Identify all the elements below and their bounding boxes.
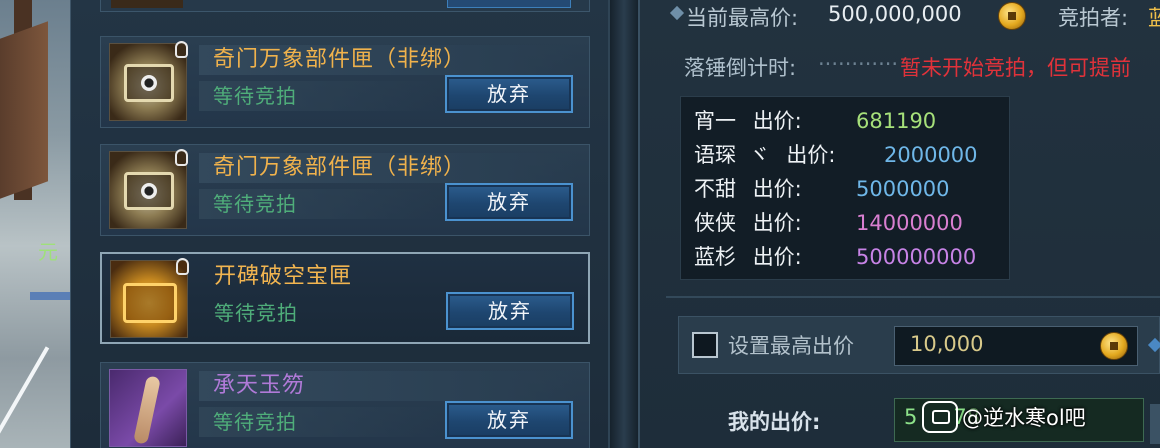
countdown-dots: ··························: [818, 52, 898, 76]
auction-item-card[interactable]: 奇门万象部件匣（非绑） 等待竞拍 放弃: [100, 144, 590, 236]
copper-coin-icon: [1100, 332, 1128, 360]
bidder-value: 蓝: [1148, 6, 1160, 30]
my-bid-value-head: 5: [904, 405, 918, 429]
partial-list-item: [100, 0, 590, 12]
item-name: 承天玉笏: [213, 373, 306, 398]
bidder-name: 侠侠: [694, 211, 736, 235]
bid-value: 500000000: [856, 245, 977, 269]
bid-label: 出价:: [786, 143, 836, 167]
item-status: 等待竞拍: [214, 301, 298, 325]
item-status: 等待竞拍: [213, 84, 297, 108]
tieba-logo-icon: [922, 401, 958, 433]
copper-coin-icon: [998, 2, 1026, 30]
watermark-text: @逆水寒ol吧: [962, 406, 1086, 430]
item-status: 等待竞拍: [213, 192, 297, 216]
bid-row: 不甜 出价:: [694, 172, 802, 206]
item-status: 等待竞拍: [213, 410, 297, 434]
auction-item-card[interactable]: 承天玉笏 等待竞拍 放弃: [100, 362, 590, 448]
current-max-label: 当前最高价:: [686, 6, 799, 30]
panel-divider: [610, 0, 638, 448]
bid-label: 出价:: [752, 245, 802, 269]
partial-abandon-button[interactable]: [447, 0, 571, 8]
max-bid-checkbox[interactable]: [692, 332, 718, 358]
scene-text-fragment: 元: [38, 240, 58, 264]
bidder-label: 竞拍者:: [1058, 6, 1129, 30]
bidder-name-glyph: ヾ: [748, 143, 770, 167]
auction-item-card-selected[interactable]: 开碑破空宝匣 等待竞拍 放弃: [100, 252, 590, 344]
item-name: 奇门万象部件匣（非绑）: [213, 155, 467, 180]
max-bid-label: 设置最高出价: [728, 334, 854, 358]
partial-side-button[interactable]: [1150, 404, 1160, 444]
bidder-name: 不甜: [694, 177, 736, 201]
bid-row: 侠侠 出价:: [694, 206, 802, 240]
bidder-name: 语琛: [694, 143, 736, 167]
abandon-button[interactable]: 放弃: [445, 401, 573, 439]
bid-value: 5000000: [856, 177, 950, 201]
lock-icon: [175, 41, 188, 58]
abandon-button[interactable]: 放弃: [446, 292, 574, 330]
game-scene-background: 元: [0, 0, 70, 448]
item-name: 开碑破空宝匣: [214, 264, 353, 289]
scene-blade-icon: [0, 346, 50, 444]
section-divider: [666, 296, 1160, 298]
bid-label: 出价:: [752, 177, 802, 201]
countdown-value: 暂未开始竞拍，但可提前: [900, 56, 1131, 80]
auction-item-card[interactable]: 奇门万象部件匣（非绑） 等待竞拍 放弃: [100, 36, 590, 128]
current-max-value: 500,000,000: [828, 2, 962, 26]
bidder-name: 蓝杉: [694, 245, 736, 269]
bid-row: 语琛 ヾ 出价:: [694, 138, 835, 172]
bid-value: 681190: [856, 109, 937, 133]
countdown-label: 落锤倒计时:: [684, 56, 797, 80]
jade-tablet-icon: [109, 369, 187, 447]
lock-icon: [176, 258, 189, 275]
bid-label: 出价:: [752, 109, 802, 133]
bid-row: 蓝杉 出价:: [694, 240, 802, 274]
my-bid-label: 我的出价:: [728, 410, 821, 434]
scene-blue-bar: [30, 292, 70, 300]
bid-value: 2000000: [884, 143, 978, 167]
abandon-button[interactable]: 放弃: [445, 183, 573, 221]
bid-row: 宵一 出价:: [694, 104, 802, 138]
bid-label: 出价:: [752, 211, 802, 235]
lock-icon: [175, 149, 188, 166]
item-name: 奇门万象部件匣（非绑）: [213, 47, 467, 72]
bid-value: 14000000: [856, 211, 963, 235]
watermark: @逆水寒ol吧: [922, 398, 1086, 438]
max-bid-value: 10,000: [910, 332, 984, 356]
abandon-button[interactable]: 放弃: [445, 75, 573, 113]
partial-item-icon: [111, 0, 183, 8]
bidder-name: 宵一: [694, 109, 736, 133]
scene-wooden-beam: [0, 21, 48, 199]
